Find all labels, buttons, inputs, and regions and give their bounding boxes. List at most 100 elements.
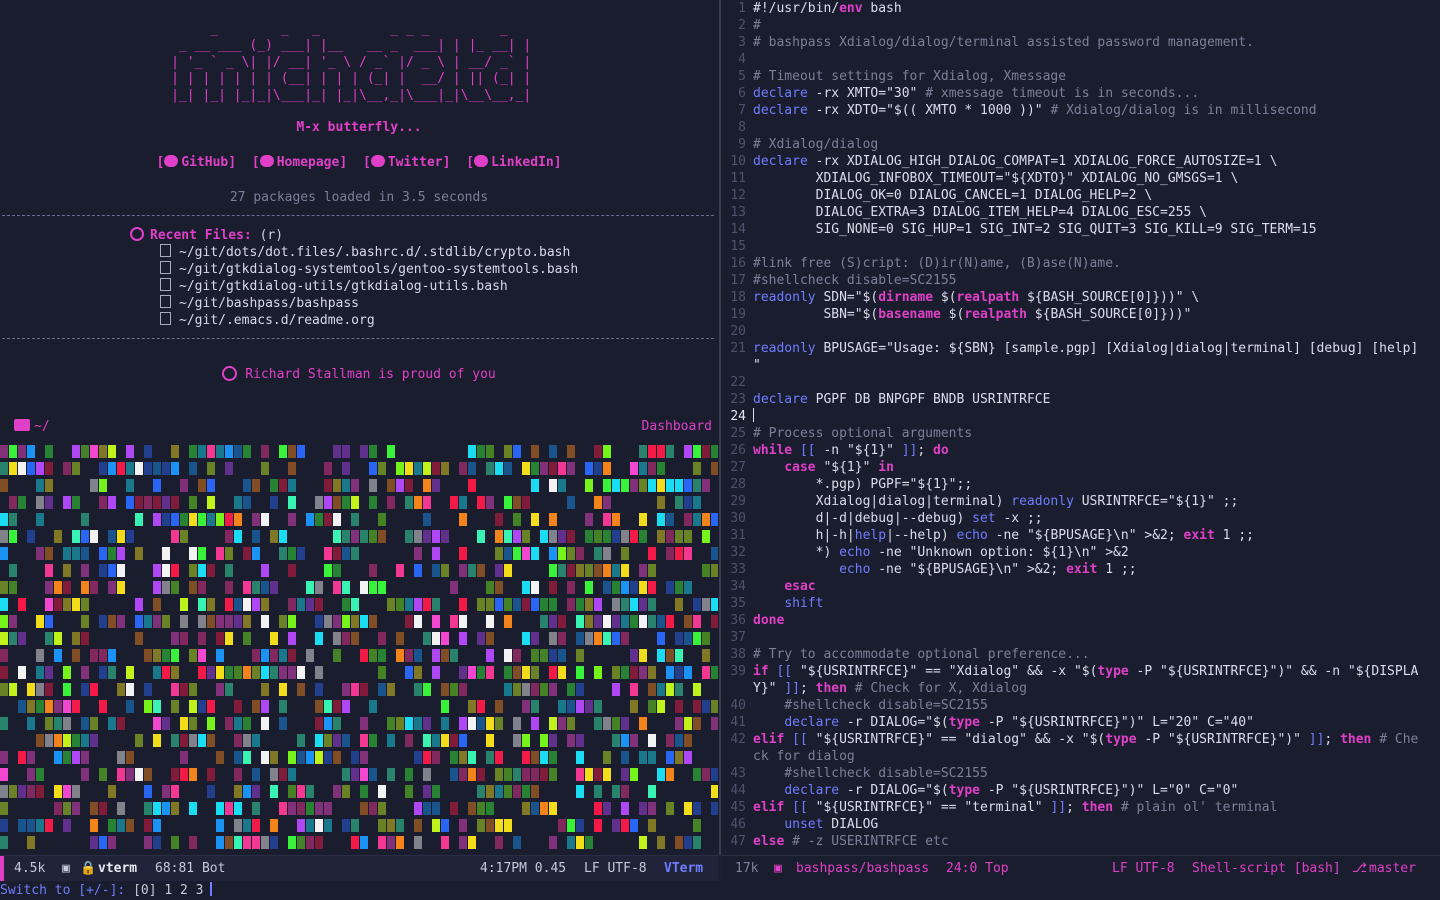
color-block (648, 802, 656, 815)
code-line[interactable]: 33 echo -ne "${BPUSAGE}\n" >&2; exit 1 ;… (722, 561, 1440, 578)
code-line[interactable]: 31 h|-h|help|--help) echo -ne "${BPUSAGE… (722, 527, 1440, 544)
homepage-link[interactable]: [Homepage] (252, 155, 347, 170)
color-block (0, 836, 8, 849)
code-line[interactable]: 7 declare -rx XDTO="$(( XMTO * 1000 ))" #… (722, 102, 1440, 119)
code-line[interactable]: 40 #shellcheck disable=SC2155 (722, 697, 1440, 714)
color-block (189, 717, 197, 730)
code-line[interactable]: 3 # bashpass Xdialog/dialog/terminal assi… (722, 34, 1440, 51)
code-line[interactable]: 36 done (722, 612, 1440, 629)
code-line[interactable]: 16 #link free (S)cript: (D)ir(N)ame, (B)a… (722, 255, 1440, 272)
recent-file-item[interactable]: ~/git/gtkdialog-utils/gtkdialog-utils.ba… (160, 278, 578, 295)
git-branch[interactable]: master (1369, 856, 1416, 882)
code-line[interactable]: 23 declare PGPF DB BNPGPF BNDB USRINTRFCE (722, 391, 1440, 408)
color-block (54, 751, 62, 764)
code-line[interactable]: 21 readonly BPUSAGE="Usage: ${SBN} [sampl… (722, 340, 1440, 357)
right-window[interactable]: 1 #!/usr/bin/env bash 2 #3 # bashpass Xdialo… (722, 0, 1440, 855)
code-line[interactable]: 41 declare -r DIALOG="$(type -P "${USRIN… (722, 714, 1440, 731)
color-block (351, 547, 359, 560)
color-block (567, 598, 575, 611)
color-block (297, 683, 305, 696)
code-line[interactable]: 15 (722, 238, 1440, 255)
code-line[interactable]: 43 #shellcheck disable=SC2155 (722, 765, 1440, 782)
code-line[interactable]: 45 elif [[ "${USRINTRFCE}" == "terminal" … (722, 799, 1440, 816)
color-block (504, 547, 512, 560)
code-line[interactable]: 12 DIALOG_OK=0 DIALOG_CANCEL=1 DIALOG_HE… (722, 187, 1440, 204)
color-block (279, 530, 287, 543)
code-line[interactable]: 17 #shellcheck disable=SC2155 (722, 272, 1440, 289)
color-block (522, 683, 530, 696)
code-line[interactable]: 30 d|-d|debug|--debug) set -x ;; (722, 510, 1440, 527)
code-line[interactable]: 42 elif [[ "${USRINTRFCE}" == "dialog" &&… (722, 731, 1440, 748)
recent-file-item[interactable]: ~/git/gtkdialog-systemtools/gentoo-syste… (160, 261, 578, 278)
code-line[interactable]: 26 while [[ -n "${1}" ]]; do (722, 442, 1440, 459)
color-block (522, 496, 530, 509)
code-line[interactable]: 24 (722, 408, 1440, 425)
color-block (288, 751, 296, 764)
code-line[interactable]: 28 *.pgp) PGPF="${1}";; (722, 476, 1440, 493)
code-line[interactable]: 22 (722, 374, 1440, 391)
window-divider[interactable] (719, 0, 721, 855)
code-line[interactable]: 27 case "${1}" in (722, 459, 1440, 476)
code-token: "terminal" (964, 800, 1043, 815)
code-token: L= (1144, 783, 1168, 798)
color-block (198, 445, 206, 458)
twitter-link[interactable]: [Twitter] (363, 155, 450, 170)
code-line[interactable]: 1 #!/usr/bin/env bash (722, 0, 1440, 17)
code-line[interactable]: 4 (722, 51, 1440, 68)
buffer-name[interactable]: vterm (98, 856, 137, 882)
code-editor[interactable]: 1 #!/usr/bin/env bash 2 #3 # bashpass Xdialo… (722, 0, 1440, 850)
major-mode[interactable]: VTerm (664, 856, 703, 882)
code-line[interactable]: 8 (722, 119, 1440, 136)
echo-area[interactable]: Switch to [+/-]: [0] 1 2 3 (0, 881, 1440, 900)
linkedin-link[interactable]: [LinkedIn] (466, 155, 562, 170)
color-block (369, 615, 377, 628)
code-line[interactable]: 34 esac (722, 578, 1440, 595)
encoding[interactable]: LF UTF-8 (1112, 856, 1175, 882)
code-line[interactable]: 35 shift (722, 595, 1440, 612)
buffer-name[interactable]: bashpass/bashpass (796, 856, 929, 882)
color-block (333, 479, 341, 492)
code-line[interactable]: 14 SIG_NONE=0 SIG_HUP=1 SIG_INT=2 SIG_QU… (722, 221, 1440, 238)
code-line[interactable]: 10 declare -rx XDIALOG_HIGH_DIALOG_COMPAT… (722, 153, 1440, 170)
code-line[interactable]: 2 # (722, 17, 1440, 34)
encoding[interactable]: LF UTF-8 (584, 856, 647, 882)
code-line[interactable]: " (722, 357, 1440, 374)
code-line[interactable]: 32 *) echo -ne "Unknown option: ${1}\n" … (722, 544, 1440, 561)
recent-file-item[interactable]: ~/git/bashpass/bashpass (160, 295, 578, 312)
code-line[interactable]: 44 declare -r DIALOG="$(type -P "${USRIN… (722, 782, 1440, 799)
code-line[interactable]: 11 XDIALOG_INFOBOX_TIMEOUT="${XDTO}" XDI… (722, 170, 1440, 187)
code-line[interactable]: 29 Xdialog|dialog|terminal) readonly USR… (722, 493, 1440, 510)
code-line[interactable]: 25 # Process optional arguments (722, 425, 1440, 442)
recent-file-item[interactable]: ~/git/.emacs.d/readme.org (160, 312, 578, 329)
code-line[interactable]: 5 # Timeout settings for Xdialog, Xmessag… (722, 68, 1440, 85)
color-block (54, 581, 62, 594)
code-line[interactable]: Y}" ]]; then # Check for X, Xdialog (722, 680, 1440, 697)
code-token: "${USRINTRFCE}" (815, 732, 934, 747)
code-line[interactable]: 20 (722, 323, 1440, 340)
color-block (27, 445, 35, 458)
github-link[interactable]: [GitHub] (156, 155, 236, 170)
left-window[interactable]: _ _ _ _ _ _ _ _ __ ___ (_) ___| |__ __ _… (0, 0, 718, 855)
code-token: "Unknown option: ${1}\n" (909, 545, 1098, 560)
code-line[interactable]: 9 # Xdialog/dialog (722, 136, 1440, 153)
major-mode[interactable]: Shell-script [bash] (1192, 856, 1341, 882)
color-block (405, 615, 413, 628)
code-line[interactable]: 46 unset DIALOG (722, 816, 1440, 833)
color-block (495, 581, 503, 594)
code-line[interactable]: 18 readonly SDN="$(dirname $(realpath ${B… (722, 289, 1440, 306)
vterm-color-blocks[interactable] (0, 443, 718, 853)
code-line[interactable]: 38 # Try to accommodate optional preferen… (722, 646, 1440, 663)
workspace-list[interactable]: [0] 1 2 3 (133, 883, 203, 898)
buffer-size: 4.5k (14, 861, 46, 876)
code-line[interactable]: 47 else # -z USERINTRFCE etc (722, 833, 1440, 850)
color-block (693, 819, 701, 832)
recent-file-item[interactable]: ~/git/dots/dot.files/.bashrc.d/.stdlib/c… (160, 244, 578, 261)
code-line[interactable]: 6 declare -rx XMTO="30" # xmessage timeou… (722, 85, 1440, 102)
code-line[interactable]: ck for dialog (722, 748, 1440, 765)
code-line[interactable]: 39 if [[ "${USRINTRFCE}" == "Xdialog" && … (722, 663, 1440, 680)
code-line[interactable]: 19 SBN="$(basename $(realpath ${BASH_SOU… (722, 306, 1440, 323)
color-block (522, 751, 530, 764)
code-line[interactable]: 13 DIALOG_EXTRA=3 DIALOG_ITEM_HELP=4 DIA… (722, 204, 1440, 221)
color-block (468, 836, 476, 849)
code-line[interactable]: 37 (722, 629, 1440, 646)
